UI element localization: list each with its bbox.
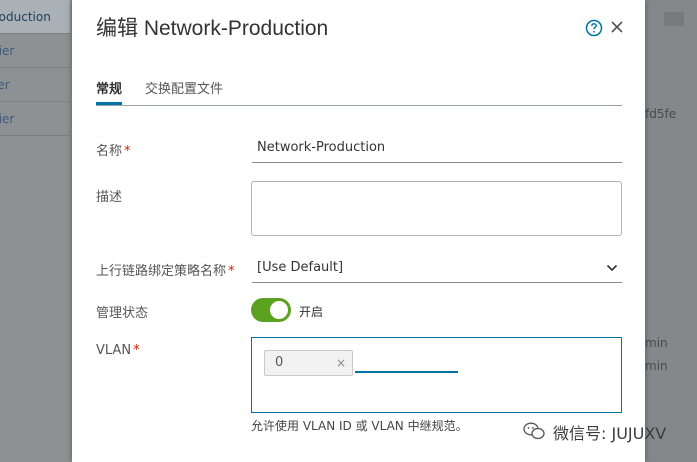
wechat-icon [523, 422, 545, 440]
background-content [645, 0, 697, 462]
vlan-hint: 允许使用 VLAN ID 或 VLAN 中继规范。 [251, 419, 468, 433]
background-list-item: tier [0, 102, 70, 136]
vlan-input-box[interactable]: 0 × [251, 337, 622, 413]
close-icon[interactable] [609, 19, 625, 35]
vlan-text-input[interactable] [355, 371, 458, 373]
uplink-policy-select[interactable]: [Use Default] [252, 255, 622, 283]
name-input[interactable]: Network-Production [252, 135, 622, 163]
required-mark: * [133, 343, 140, 358]
watermark-text: 微信号: JUJUXV [553, 424, 667, 443]
vlan-tag-value: 0 [275, 355, 284, 370]
background-text: fd5fe [645, 107, 677, 121]
edit-segment-modal: 编辑 Network-Production 常规 交换配置文件 名称 * Netw… [72, 0, 645, 462]
vlan-label: VLAN * [96, 343, 140, 358]
background-list-item: ier [0, 68, 70, 102]
modal-title: 编辑 Network-Production [96, 17, 329, 40]
uplink-policy-value: [Use Default] [257, 260, 344, 275]
tab-switching-profiles[interactable]: 交换配置文件 [145, 78, 223, 105]
admin-state-value: 开启 [299, 305, 324, 319]
required-mark: * [228, 264, 235, 279]
chevron-down-icon [606, 264, 618, 272]
remove-tag-icon[interactable]: × [336, 351, 346, 375]
tab-general[interactable]: 常规 [96, 78, 123, 105]
admin-state-toggle[interactable] [251, 298, 291, 322]
description-label: 描述 [96, 190, 123, 205]
required-mark: * [124, 144, 131, 159]
background-block [664, 12, 684, 26]
background-list-item: roduction [0, 0, 70, 34]
tab-bar: 常规 交换配置文件 [96, 74, 622, 106]
name-label: 名称 * [96, 144, 131, 159]
background-text: min [645, 336, 668, 350]
admin-state-label: 管理状态 [96, 306, 149, 321]
help-icon[interactable] [585, 19, 603, 37]
background-text: min [645, 359, 668, 373]
vlan-tag: 0 × [264, 350, 353, 376]
toggle-knob [270, 301, 288, 319]
background-list-item: tier [0, 34, 70, 68]
description-textarea[interactable] [251, 181, 622, 236]
uplink-policy-label: 上行链路绑定策略名称 * [96, 264, 235, 279]
